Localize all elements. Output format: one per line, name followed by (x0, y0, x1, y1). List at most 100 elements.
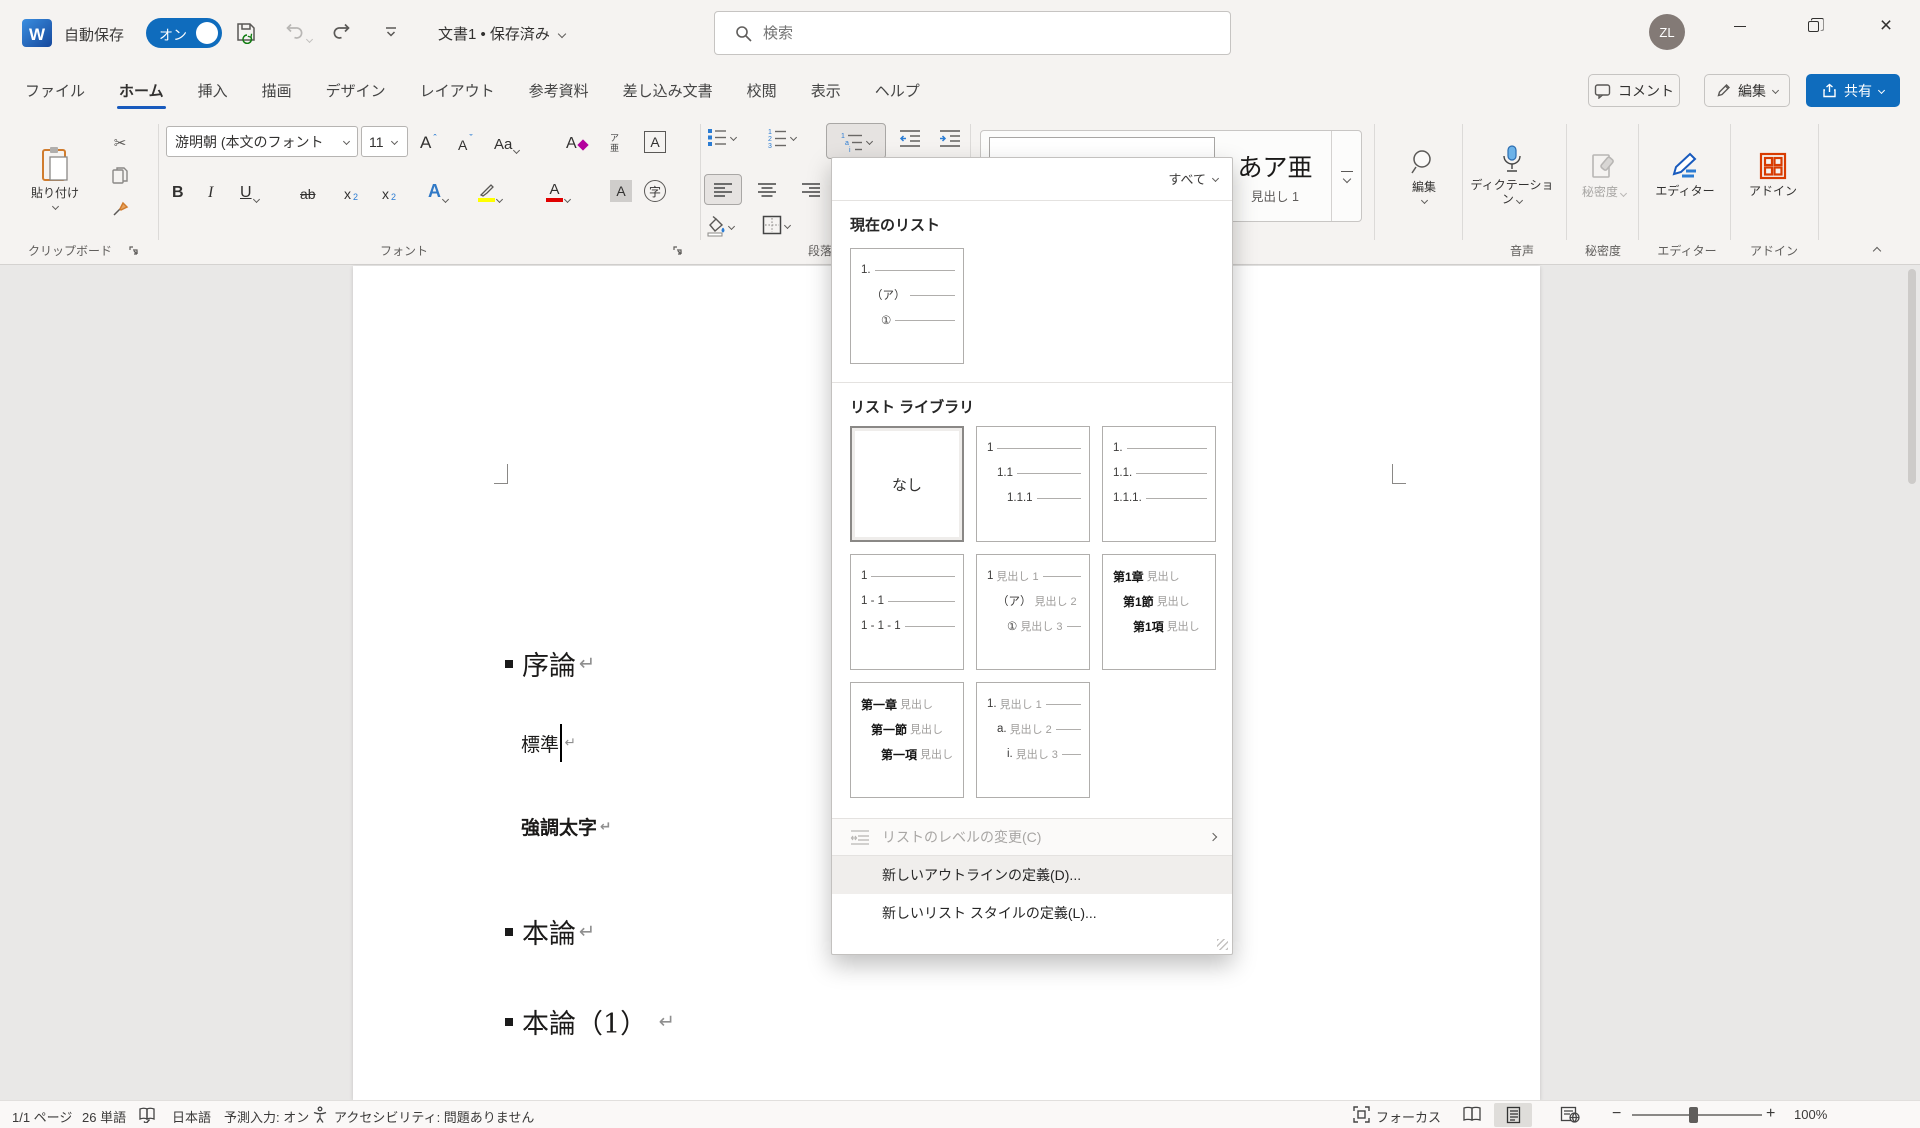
zoom-in-button[interactable]: + (1766, 1105, 1775, 1123)
bullets-button[interactable] (706, 126, 736, 148)
zoom-out-button[interactable]: − (1612, 1105, 1621, 1123)
font-name-select[interactable]: 游明朝 (本文のフォント (166, 126, 358, 157)
menu-item-define-new-outline[interactable]: 新しいアウトラインの定義(D)... (832, 856, 1232, 894)
focus-mode[interactable]: フォーカス (1376, 1107, 1441, 1126)
tab-home[interactable]: ホーム (102, 68, 181, 113)
text-effects-button[interactable]: A (428, 176, 448, 204)
ime-prediction-indicator[interactable]: 予測入力: オン (224, 1107, 309, 1126)
avatar[interactable]: ZL (1649, 14, 1685, 50)
close-button[interactable]: × (1860, 0, 1912, 52)
library-tile-8[interactable]: 1.見出し 1a.見出し 2i.見出し 3 (976, 682, 1090, 798)
tab-review[interactable]: 校閲 (730, 68, 794, 113)
character-border-button[interactable]: A (644, 127, 666, 155)
shrink-font-button[interactable]: Aˇ (458, 127, 472, 155)
document-title[interactable]: 文書1 • 保存済み (438, 23, 565, 44)
italic-button[interactable]: I (208, 176, 213, 204)
page-indicator[interactable]: 1/1 ページ (12, 1107, 72, 1126)
library-tile-4[interactable]: 11 - 11 - 1 - 1 (850, 554, 964, 670)
decrease-indent-button[interactable] (898, 128, 922, 148)
word-app-icon[interactable]: W (20, 16, 54, 50)
paste-button[interactable]: 貼り付け (24, 124, 86, 230)
language-indicator[interactable]: 日本語 (172, 1107, 211, 1126)
tab-design[interactable]: デザイン (309, 68, 403, 113)
menu-item-define-new-list-style[interactable]: 新しいリスト スタイルの定義(L)... (832, 894, 1232, 932)
resize-grip[interactable] (1217, 939, 1228, 950)
addins-button[interactable]: アドイン (1742, 122, 1804, 228)
library-tile-7[interactable]: 第一章見出し第一節見出し第一項見出し (850, 682, 964, 798)
editing-find-button[interactable]: 編集 (1392, 122, 1456, 228)
zoom-level[interactable]: 100% (1794, 1107, 1827, 1122)
spellcheck-icon[interactable] (138, 1106, 156, 1123)
multilevel-list-button[interactable]: 1ai (826, 123, 886, 159)
editor-button[interactable]: エディター (1654, 122, 1716, 228)
subscript-button[interactable]: x2 (344, 176, 358, 204)
superscript-button[interactable]: x2 (382, 176, 396, 204)
tab-layout[interactable]: レイアウト (403, 68, 512, 113)
search-box[interactable] (714, 11, 1231, 55)
format-painter-icon[interactable] (102, 196, 138, 222)
scrollbar-thumb[interactable] (1908, 269, 1916, 484)
undo-chevron-icon[interactable] (306, 36, 313, 43)
enclose-characters-button[interactable]: 字 (644, 176, 666, 204)
save-icon[interactable] (234, 20, 258, 44)
library-tile-1[interactable]: なし (850, 426, 964, 542)
library-tile-6[interactable]: 第1章見出し第1節見出し第1項見出し (1102, 554, 1216, 670)
borders-button[interactable] (762, 215, 790, 235)
current-list-tile[interactable]: 1.（ア）① (850, 248, 964, 364)
focus-icon[interactable] (1353, 1106, 1370, 1123)
tab-view[interactable]: 表示 (794, 68, 858, 113)
menu-item-change-list-level[interactable]: リストのレベルの変更(C) (832, 818, 1232, 856)
increase-indent-button[interactable] (938, 128, 962, 148)
font-size-select[interactable]: 11 (361, 126, 408, 157)
doc-line-bold-text[interactable]: 強調太字↵ (505, 813, 611, 840)
sensitivity-button[interactable]: 秘密度 (1576, 122, 1632, 228)
autosave-toggle[interactable]: オン (146, 18, 222, 48)
tab-references[interactable]: 参考資料 (512, 68, 606, 113)
highlight-color-button[interactable] (478, 176, 502, 204)
minimize-button[interactable] (1714, 0, 1766, 52)
zoom-slider-thumb[interactable] (1689, 1107, 1698, 1123)
doc-line-heading-intro[interactable]: 序論↵ (505, 644, 595, 683)
library-tile-5[interactable]: 1見出し 1（ア）見出し 2①見出し 3 (976, 554, 1090, 670)
collapse-ribbon-icon[interactable] (1873, 247, 1881, 255)
shading-button[interactable] (704, 215, 734, 237)
bold-button[interactable]: B (172, 176, 184, 204)
underline-button[interactable]: U (240, 176, 259, 204)
vertical-scrollbar[interactable] (1907, 269, 1917, 1095)
align-left-button[interactable] (704, 174, 742, 205)
restore-button[interactable] (1787, 0, 1839, 52)
doc-line-heading-body[interactable]: 本論↵ (505, 912, 595, 951)
scope-selector[interactable]: すべて (1168, 169, 1218, 188)
clipboard-dialog-launcher-icon[interactable] (128, 245, 140, 257)
dictation-button[interactable]: ディクテーション (1468, 122, 1556, 228)
word-count[interactable]: 26 単語 (82, 1107, 126, 1126)
library-tile-3[interactable]: 1.1.1.1.1.1. (1102, 426, 1216, 542)
tab-help[interactable]: ヘルプ (858, 68, 937, 113)
redo-icon[interactable] (332, 20, 354, 42)
customize-toolbar-icon[interactable] (384, 24, 398, 38)
doc-line-heading-body-1[interactable]: 本論（1） ↵ (505, 1002, 675, 1041)
font-dialog-launcher-icon[interactable] (672, 245, 684, 257)
styles-more-button[interactable] (1331, 131, 1361, 221)
strikethrough-button[interactable]: ab (300, 176, 316, 204)
align-center-button[interactable] (748, 174, 786, 205)
library-tile-2[interactable]: 11.11.1.1 (976, 426, 1090, 542)
cut-icon[interactable]: ✂ (102, 130, 138, 156)
read-mode-icon[interactable] (1462, 1106, 1482, 1122)
numbering-button[interactable]: 123 (766, 126, 796, 148)
doc-line-normal-text[interactable]: 標準↵ (505, 724, 576, 762)
tab-file[interactable]: ファイル (8, 68, 102, 113)
copy-icon[interactable] (102, 162, 138, 188)
undo-icon[interactable] (282, 20, 312, 42)
clear-formatting-button[interactable]: A (566, 127, 587, 155)
font-color-button[interactable]: A (546, 176, 570, 204)
accessibility-icon[interactable] (312, 1106, 328, 1123)
grow-font-button[interactable]: Aˆ (420, 127, 436, 155)
phonetic-guide-button[interactable]: ア亜 (610, 127, 619, 155)
tab-insert[interactable]: 挿入 (181, 68, 245, 113)
change-case-button[interactable]: Aa (494, 127, 519, 155)
style-tile-heading1[interactable]: あア亜 見出し 1 (1223, 137, 1327, 215)
accessibility-status[interactable]: アクセシビリティ: 問題ありません (334, 1107, 534, 1126)
print-layout-button[interactable] (1494, 1103, 1532, 1127)
web-layout-icon[interactable] (1560, 1106, 1580, 1123)
